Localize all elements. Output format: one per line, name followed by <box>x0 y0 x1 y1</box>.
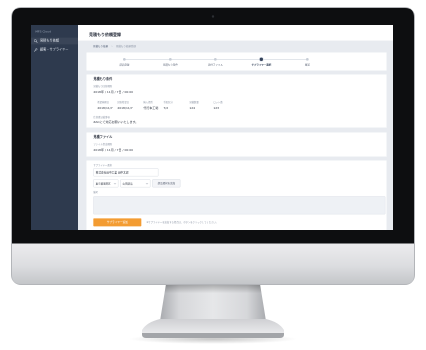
step-label: 見積もり条件 <box>162 63 178 67</box>
column-value: 代行本工場 <box>143 106 159 110</box>
breadcrumb: 見積もり依頼 › 見積もり依頼登録 <box>93 44 139 48</box>
step-label: 部品登録 <box>119 63 130 67</box>
step-dot <box>213 57 217 61</box>
chevron-down-icon <box>145 182 149 185</box>
step-dot <box>168 57 172 61</box>
file-deadline-value: 2018年 / 11月 / 7日 / 00:00 <box>93 148 134 152</box>
column-value: 2018/11/7 <box>117 106 133 110</box>
column-value: 123 <box>213 106 220 110</box>
page-title: 見積もり依頼登録 <box>89 32 122 37</box>
column-label: 納入場所 <box>143 100 153 104</box>
files-panel: 見積ファイル ファイル提出期限 2018年 / 11月 / 7日 / 00:00 <box>86 132 387 157</box>
spec-notes-label: 仕様書記載事項 <box>93 115 110 119</box>
add-supplier-hint: ※サプライヤーを追加する場合は、ボタンをクリックしてください。 <box>146 220 219 224</box>
column-value: 7/2 <box>163 106 169 110</box>
column-label: ロット数 <box>213 100 223 104</box>
sidebar-item-customers-suppliers[interactable]: 顧客・サプライヤー <box>31 47 78 54</box>
chevron-down-icon <box>113 182 117 185</box>
column-value: 2018/11/7 <box>97 106 113 110</box>
region-select-value: 東京都墨田区 <box>95 181 111 185</box>
progress-steps: 部品登録 見積もり条件 添付ファイル サプライヤー選択 確認 <box>86 52 387 71</box>
add-part-filter-button[interactable]: 部品選択を追加 <box>152 179 181 188</box>
supplier-company-input[interactable] <box>93 168 159 177</box>
wrench-icon <box>34 48 38 52</box>
stand-foot-edge <box>142 333 284 338</box>
camera-dot <box>211 15 215 18</box>
answer-deadline-label: 見積もり回答期限 <box>93 85 112 88</box>
sidebar-item-label: 顧客・サプライヤー <box>40 48 69 52</box>
step-dot <box>122 57 126 61</box>
answer-deadline-value: 2018年 / 11月 / 7日 / 00:00 <box>93 90 134 94</box>
step-dot <box>259 57 263 61</box>
breadcrumb-separator: › <box>111 44 113 48</box>
column-label: 手配区分 <box>163 100 173 104</box>
add-supplier-button[interactable]: サプライヤー追加 <box>93 218 142 227</box>
section-heading: 見積ファイル <box>93 135 113 139</box>
page-header: 見積もり依頼登録 <box>78 25 393 41</box>
step-label: 添付ファイル <box>207 63 223 67</box>
app-window: MFS Cloud 見積もり依頼 顧客・サプライヤー 見積もり依頼登録 見積もり… <box>31 25 393 230</box>
monitor-screen: MFS Cloud 見積もり依頼 顧客・サプライヤー 見積もり依頼登録 見積もり… <box>31 25 393 230</box>
spec-notes-value: ZACにて対応お願いいたします。 <box>93 120 139 124</box>
column-label: 見積数量 <box>189 100 199 104</box>
monitor-chin <box>12 243 414 284</box>
sidebar-item-quote-requests[interactable]: 見積もり依頼 <box>31 37 78 45</box>
region-select[interactable]: 東京都墨田区 <box>93 179 119 188</box>
supplier-select-label: サプライヤー選択 <box>93 163 112 167</box>
file-deadline-label: ファイル提出期限 <box>93 143 112 146</box>
sidebar-item-label: 見積もり依頼 <box>40 39 60 43</box>
sidebar: MFS Cloud 見積もり依頼 顧客・サプライヤー <box>31 25 78 230</box>
column-label: 回答希望日 <box>117 100 129 104</box>
brand-name[interactable]: MFS Cloud <box>35 30 51 34</box>
search-icon <box>33 39 38 43</box>
breadcrumb-item-current: 見積もり依頼登録 <box>115 44 136 48</box>
category-select-value: 山田部品 <box>122 181 133 185</box>
step-dot <box>305 57 309 61</box>
step-label: 確認 <box>304 63 310 67</box>
supplier-panel: サプライヤー選択 東京都墨田区 山田部品 部品選択を追加 備考 <box>86 159 387 230</box>
main-content: 見積もり依頼登録 見積もり依頼 › 見積もり依頼登録 部品登録 見積もり条件 添… <box>78 25 393 230</box>
notes-label: 備考 <box>93 190 98 194</box>
step-label: サプライヤー選択 <box>251 63 272 67</box>
stand-neck-shade <box>160 284 266 321</box>
column-value: 124 <box>189 106 196 110</box>
breadcrumb-item-quote-requests[interactable]: 見積もり依頼 <box>93 44 108 48</box>
column-label: 希望納期日 <box>97 100 109 104</box>
notes-textarea[interactable] <box>93 196 386 215</box>
conditions-panel: 見積もり条件 見積もり回答期限 2018年 / 11月 / 7日 / 00:00… <box>86 74 387 128</box>
category-select[interactable]: 山田部品 <box>120 179 151 188</box>
section-heading: 見積もり条件 <box>93 77 113 81</box>
